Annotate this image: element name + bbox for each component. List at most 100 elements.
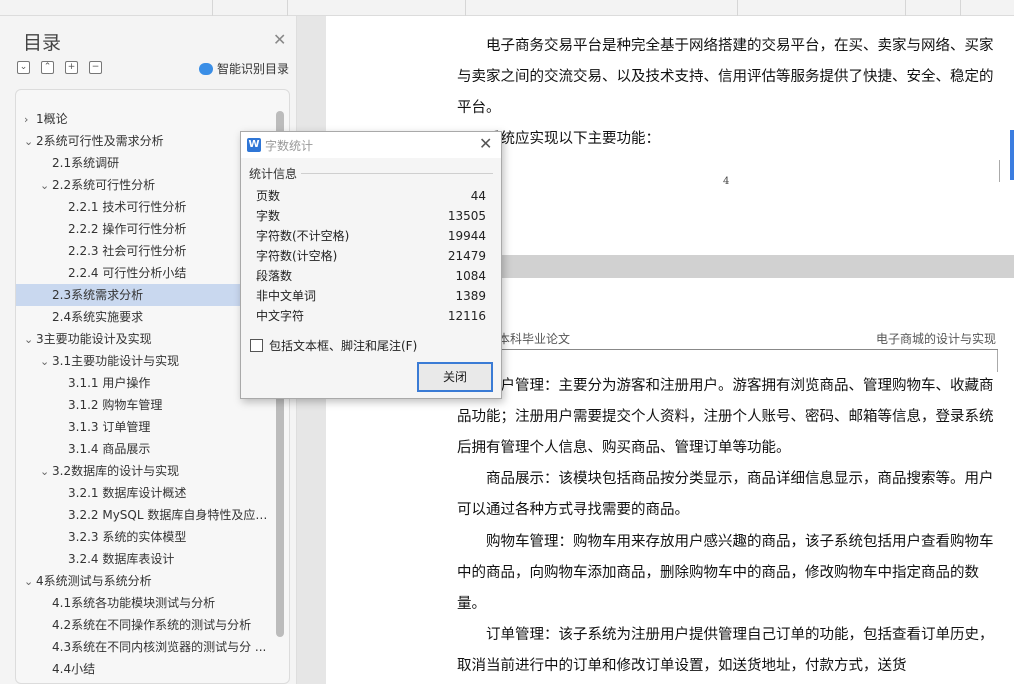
toc-item[interactable]: 3.1.2 购物车管理 bbox=[16, 394, 270, 416]
stat-row: 段落数 1084 bbox=[256, 266, 486, 286]
toc-item[interactable]: 3.2.2 MySQL 数据库自身特性及应 ... bbox=[16, 504, 270, 526]
page-header-right: 电子商城的设计与实现 bbox=[876, 332, 997, 346]
toc-item[interactable]: 2.2.3 社会可行性分析 bbox=[16, 240, 270, 262]
toc-item[interactable]: 4.4小结 bbox=[16, 658, 270, 680]
stat-value: 19944 bbox=[447, 229, 486, 243]
toc-item[interactable]: 3.2.4 数据库表设计 bbox=[16, 548, 270, 570]
toc-item-label: 2系统可行性及需求分析 bbox=[36, 134, 164, 148]
stat-value: 44 bbox=[470, 189, 486, 203]
toc-item-label: 4.3系统在不同内核浏览器的测试与分 ... bbox=[52, 640, 267, 654]
toc-item-label: 4.4小结 bbox=[52, 662, 96, 676]
stats-section-label: 统计信息 bbox=[249, 167, 298, 181]
stat-row: 非中文单词 1389 bbox=[256, 286, 486, 306]
chevron-right-icon[interactable]: › bbox=[24, 109, 36, 130]
toc-item[interactable]: ⌄ 2系统可行性及需求分析 bbox=[16, 130, 270, 152]
chevron-down-icon[interactable]: ⌄ bbox=[40, 175, 52, 196]
chevron-down-icon[interactable]: ⌄ bbox=[40, 351, 52, 372]
chevron-down-icon[interactable]: ⌄ bbox=[24, 131, 36, 152]
toolbar-divider bbox=[905, 0, 906, 16]
dialog-title: 字数统计 bbox=[265, 139, 314, 153]
toc-item-label: 1概论 bbox=[36, 112, 68, 126]
stat-label: 页数 bbox=[256, 189, 281, 203]
toc-item[interactable]: 4.2系统在不同操作系统的测试与分析 bbox=[16, 614, 270, 636]
remove-level-icon[interactable]: − bbox=[89, 61, 102, 74]
stat-label: 非中文单词 bbox=[256, 289, 317, 303]
toc-item[interactable]: 3.1.1 用户操作 bbox=[16, 372, 270, 394]
stat-value: 21479 bbox=[447, 249, 486, 263]
toc-item-label: 3.1.4 商品展示 bbox=[68, 442, 151, 456]
stat-label: 段落数 bbox=[256, 269, 293, 283]
toc-item[interactable]: ⌄ 3主要功能设计及实现 bbox=[16, 328, 270, 350]
toc-item-label: 2.2.2 操作可行性分析 bbox=[68, 222, 187, 236]
toc-item[interactable]: › 1概论 bbox=[16, 108, 270, 130]
toc-item-label: 2.2.3 社会可行性分析 bbox=[68, 244, 187, 258]
toc-item[interactable]: 2.2.2 操作可行性分析 bbox=[16, 218, 270, 240]
toc-item[interactable]: 2.3系统需求分析 bbox=[16, 284, 270, 306]
close-icon[interactable]: ✕ bbox=[273, 30, 286, 49]
smart-detect-toc-button[interactable]: 智能识别目录 bbox=[199, 60, 289, 77]
scroll-indicator[interactable] bbox=[1010, 130, 1014, 180]
toc-item[interactable]: 2.2.1 技术可行性分析 bbox=[16, 196, 270, 218]
page-header-left: 本科毕业论文 bbox=[498, 332, 571, 346]
toc-title: 目录 bbox=[23, 32, 62, 54]
collapse-all-icon[interactable]: ⌃ bbox=[41, 61, 54, 74]
toolbar-divider bbox=[212, 0, 213, 16]
add-level-icon[interactable]: + bbox=[65, 61, 78, 74]
body-paragraph[interactable]: 购物车管理：购物车用来存放用户感兴趣的商品，该子系统包括用户查看购物车中的商品，… bbox=[457, 527, 1002, 620]
section-divider bbox=[301, 173, 493, 174]
toc-item-label: 2.2.1 技术可行性分析 bbox=[68, 200, 187, 214]
toc-item[interactable]: 2.2.4 可行性分析小结 bbox=[16, 262, 270, 284]
toc-item-label: 3.1.1 用户操作 bbox=[68, 376, 151, 390]
stat-label: 字符数(不计空格) bbox=[256, 229, 350, 243]
toc-item-label: 2.2.4 可行性分析小结 bbox=[68, 266, 187, 280]
toc-item-label: 3.1主要功能设计与实现 bbox=[52, 354, 180, 368]
stat-label: 字符数(计空格) bbox=[256, 249, 338, 263]
stat-value: 1084 bbox=[455, 269, 486, 283]
toc-item[interactable]: ⌄ 3.2数据库的设计与实现 bbox=[16, 460, 270, 482]
toolbar-divider bbox=[737, 0, 738, 16]
toc-item-label: 2.2系统可行性分析 bbox=[52, 178, 156, 192]
toc-item-label: 3.2数据库的设计与实现 bbox=[52, 464, 180, 478]
toc-item[interactable]: 3.1.3 订单管理 bbox=[16, 416, 270, 438]
toc-item-label: 2.3系统需求分析 bbox=[52, 288, 144, 302]
toolbar-divider bbox=[465, 0, 466, 16]
toc-item[interactable]: ⌄ 4系统测试与系统分析 bbox=[16, 570, 270, 592]
stat-value: 1389 bbox=[455, 289, 486, 303]
body-paragraph[interactable]: 商品展示：该模块包括商品按分类显示，商品详细信息显示，商品搜索等。用户可以通过各… bbox=[457, 464, 1002, 526]
dialog-titlebar[interactable]: W 字数统计 ✕ bbox=[241, 132, 501, 158]
stat-row: 中文字符 12116 bbox=[256, 306, 486, 326]
close-icon[interactable]: ✕ bbox=[479, 134, 492, 153]
body-paragraph[interactable]: 电子商务交易平台是种完全基于网络搭建的交易平台，在买、卖家与网络、买家与卖家之间… bbox=[457, 31, 1002, 124]
body-paragraph[interactable]: 用户管理：主要分为游客和注册用户。游客拥有浏览商品、管理购物车、收藏商品功能；注… bbox=[457, 371, 1002, 464]
chevron-down-icon[interactable]: ⌄ bbox=[40, 461, 52, 482]
toc-item[interactable]: 3.1.4 商品展示 bbox=[16, 438, 270, 460]
expand-all-icon[interactable]: ⌄ bbox=[17, 61, 30, 74]
chevron-down-icon[interactable]: ⌄ bbox=[24, 329, 36, 350]
body-paragraph[interactable]: 订单管理：该子系统为注册用户提供管理自己订单的功能，包括查看订单历史，取消当前进… bbox=[457, 620, 1002, 682]
toc-item[interactable]: 2.4系统实施要求 bbox=[16, 306, 270, 328]
toc-item[interactable]: 3.2.1 数据库设计概述 bbox=[16, 482, 270, 504]
toc-item[interactable]: ⌄ 3.1主要功能设计与实现 bbox=[16, 350, 270, 372]
stat-value: 12116 bbox=[447, 309, 486, 323]
toc-item[interactable]: 4.3系统在不同内核浏览器的测试与分 ... bbox=[16, 636, 270, 658]
toc-item-label: 3.2.2 MySQL 数据库自身特性及应 ... bbox=[68, 508, 270, 522]
toc-item[interactable]: 结论 bbox=[16, 680, 270, 683]
close-button[interactable]: 关闭 bbox=[417, 362, 493, 392]
stat-row: 字符数(计空格) 21479 bbox=[256, 246, 486, 266]
toc-item-label: 3主要功能设计及实现 bbox=[36, 332, 152, 346]
checkbox-box[interactable] bbox=[250, 339, 263, 352]
toc-item[interactable]: 4.1系统各功能模块测试与分析 bbox=[16, 592, 270, 614]
toc-item[interactable]: 2.1系统调研 bbox=[16, 152, 270, 174]
toc-item-label: 3.2.1 数据库设计概述 bbox=[68, 486, 187, 500]
toc-item[interactable]: ⌄ 2.2系统可行性分析 bbox=[16, 174, 270, 196]
body-paragraph[interactable]: 系统应实现以下主要功能： bbox=[457, 124, 1002, 155]
margin-corner-mark bbox=[997, 350, 998, 372]
checkbox-label: 包括文本框、脚注和尾注(F) bbox=[269, 339, 418, 353]
stat-row: 页数 44 bbox=[256, 186, 486, 206]
toolbar-divider bbox=[287, 0, 288, 16]
toc-item-label: 2.4系统实施要求 bbox=[52, 310, 144, 324]
include-textbox-checkbox[interactable]: 包括文本框、脚注和尾注(F) bbox=[250, 337, 417, 354]
toc-item[interactable]: 3.2.3 系统的实体模型 bbox=[16, 526, 270, 548]
chevron-down-icon[interactable]: ⌄ bbox=[24, 571, 36, 592]
smart-detect-icon bbox=[199, 62, 213, 75]
